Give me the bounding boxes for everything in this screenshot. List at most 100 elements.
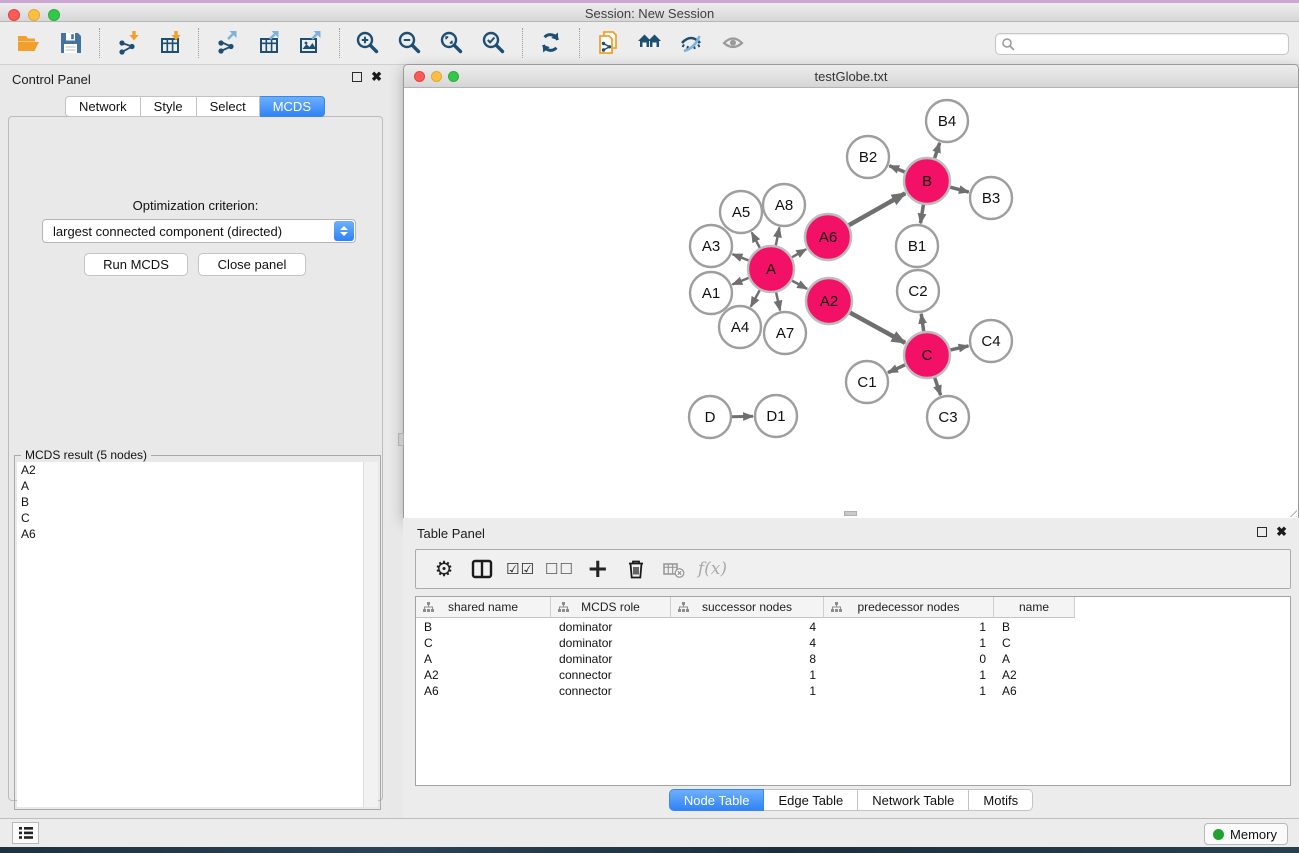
graph-node-B1[interactable]: B1 [896, 225, 938, 267]
graph-node-A3[interactable]: A3 [690, 225, 732, 267]
table-float-panel-icon[interactable] [1257, 527, 1267, 537]
graph-edge-C-C3[interactable] [935, 378, 941, 396]
graph-node-A7[interactable]: A7 [764, 312, 806, 354]
search-input[interactable] [1018, 35, 1282, 53]
select-all-icon[interactable]: ☑☑ [506, 555, 535, 583]
mcds-result-scrollbar[interactable] [363, 462, 378, 807]
zoom-selected-icon[interactable] [473, 26, 515, 60]
graph-node-A8[interactable]: A8 [763, 184, 805, 226]
table-row[interactable]: Bdominator41B [416, 619, 1075, 635]
graph-edge-A-A7[interactable] [776, 292, 780, 310]
canvas-left-scroll-thumb[interactable] [398, 433, 404, 446]
show-icon[interactable] [713, 26, 755, 60]
import-network-icon[interactable] [107, 26, 149, 60]
graph-edge-C-C4[interactable] [950, 346, 968, 350]
graph-edge-A-A4[interactable] [751, 290, 760, 307]
close-panel-button[interactable]: Close panel [198, 253, 306, 276]
tab-node-table[interactable]: Node Table [669, 789, 765, 811]
canvas-bottom-scroll-thumb[interactable] [844, 511, 857, 516]
tab-style[interactable]: Style [141, 96, 197, 117]
graph-edge-A2-C[interactable] [850, 313, 905, 343]
column-header-shared-name[interactable]: shared name [416, 597, 551, 618]
export-table-icon[interactable] [248, 26, 290, 60]
graph-edge-C-C2[interactable] [921, 314, 924, 331]
table-close-panel-icon[interactable]: ✖ [1276, 527, 1287, 537]
tab-network[interactable]: Network [65, 96, 141, 117]
zoom-fit-icon[interactable] [431, 26, 473, 60]
graph-edge-B-B2[interactable] [889, 166, 905, 172]
graph-node-C[interactable]: C [904, 332, 950, 378]
graph-node-C4[interactable]: C4 [970, 320, 1012, 362]
column-header-predecessor-nodes[interactable]: predecessor nodes [824, 597, 994, 618]
refresh-icon[interactable] [530, 26, 572, 60]
tab-motifs[interactable]: Motifs [969, 789, 1033, 811]
home-icon[interactable] [629, 26, 671, 60]
open-folder-icon[interactable] [8, 26, 50, 60]
float-panel-icon[interactable] [352, 72, 362, 82]
search-field[interactable] [995, 33, 1289, 55]
graph-node-C2[interactable]: C2 [897, 270, 939, 312]
run-mcds-button[interactable]: Run MCDS [84, 253, 188, 276]
graph-node-A2[interactable]: A2 [806, 278, 852, 324]
add-icon[interactable]: + [584, 555, 612, 583]
import-table-icon[interactable] [149, 26, 191, 60]
column-header-name[interactable]: name [994, 597, 1075, 618]
criterion-dropdown[interactable]: largest connected component (directed) [42, 219, 356, 243]
columns-icon[interactable] [468, 555, 496, 583]
zoom-in-icon[interactable] [347, 26, 389, 60]
mcds-result-item[interactable]: B [17, 494, 365, 510]
memory-button[interactable]: Memory [1204, 823, 1288, 845]
zoom-out-icon[interactable] [389, 26, 431, 60]
graph-edge-B-B1[interactable] [921, 205, 924, 224]
mcds-result-item[interactable]: A2 [17, 462, 365, 478]
graph-edge-C-C1[interactable] [888, 365, 905, 373]
graph-node-A6[interactable]: A6 [805, 214, 851, 260]
graph-edge-A-A8[interactable] [776, 228, 780, 246]
graph-edge-A-A5[interactable] [752, 232, 760, 247]
mcds-result-item[interactable]: A [17, 478, 365, 494]
export-network-icon[interactable] [206, 26, 248, 60]
graph-edge-A-A6[interactable] [792, 249, 806, 257]
tab-select[interactable]: Select [197, 96, 260, 117]
gear-icon[interactable]: ⚙ [430, 555, 458, 583]
column-header-successor-nodes[interactable]: successor nodes [671, 597, 824, 618]
mcds-result-item[interactable]: A6 [17, 526, 365, 542]
table-row[interactable]: Adominator80A [416, 651, 1075, 667]
graph-edge-A-A3[interactable] [733, 254, 749, 260]
graph-node-A[interactable]: A [748, 246, 794, 292]
save-icon[interactable] [50, 26, 92, 60]
function-builder-button[interactable]: f(x) [698, 555, 727, 583]
network-graph[interactable]: B4B2BB3B1A5A8A6A3AA1A4A7A2C2CC4C1C3DD1 [404, 88, 1298, 518]
graph-node-B[interactable]: B [904, 158, 950, 204]
graph-node-D1[interactable]: D1 [755, 395, 797, 437]
open-session-icon[interactable] [587, 26, 629, 60]
graph-node-B4[interactable]: B4 [926, 100, 968, 142]
resize-grip-icon[interactable] [1283, 503, 1297, 517]
table-row[interactable]: Cdominator41C [416, 635, 1075, 651]
tab-network-table[interactable]: Network Table [858, 789, 969, 811]
graph-node-A1[interactable]: A1 [690, 272, 732, 314]
tab-mcds[interactable]: MCDS [260, 96, 325, 117]
graph-edge-A6-B[interactable] [849, 193, 905, 225]
delete-icon[interactable] [622, 555, 650, 583]
graph-node-C1[interactable]: C1 [846, 361, 888, 403]
mcds-result-item[interactable]: C [17, 510, 365, 526]
graph-node-B2[interactable]: B2 [847, 136, 889, 178]
graph-edge-A-A2[interactable] [792, 281, 807, 289]
deselect-all-icon[interactable]: ☐☐ [545, 555, 574, 583]
graph-node-D[interactable]: D [689, 396, 731, 438]
graph-node-C3[interactable]: C3 [927, 396, 969, 438]
tab-edge-table[interactable]: Edge Table [764, 789, 858, 811]
hide-icon[interactable] [671, 26, 713, 60]
graph-node-A5[interactable]: A5 [720, 191, 762, 233]
close-panel-icon[interactable]: ✖ [371, 72, 382, 82]
graph-edge-B-B3[interactable] [950, 187, 969, 192]
table-row[interactable]: A2connector11A2 [416, 667, 1075, 683]
table-row[interactable]: A6connector11A6 [416, 683, 1075, 699]
graph-edge-A-A1[interactable] [732, 278, 748, 285]
column-header-MCDS-role[interactable]: MCDS role [551, 597, 671, 618]
graph-edge-B-B4[interactable] [935, 143, 940, 158]
show-panels-button[interactable] [12, 822, 39, 844]
graph-node-A4[interactable]: A4 [719, 306, 761, 348]
import-table-disabled-icon[interactable] [660, 555, 688, 583]
